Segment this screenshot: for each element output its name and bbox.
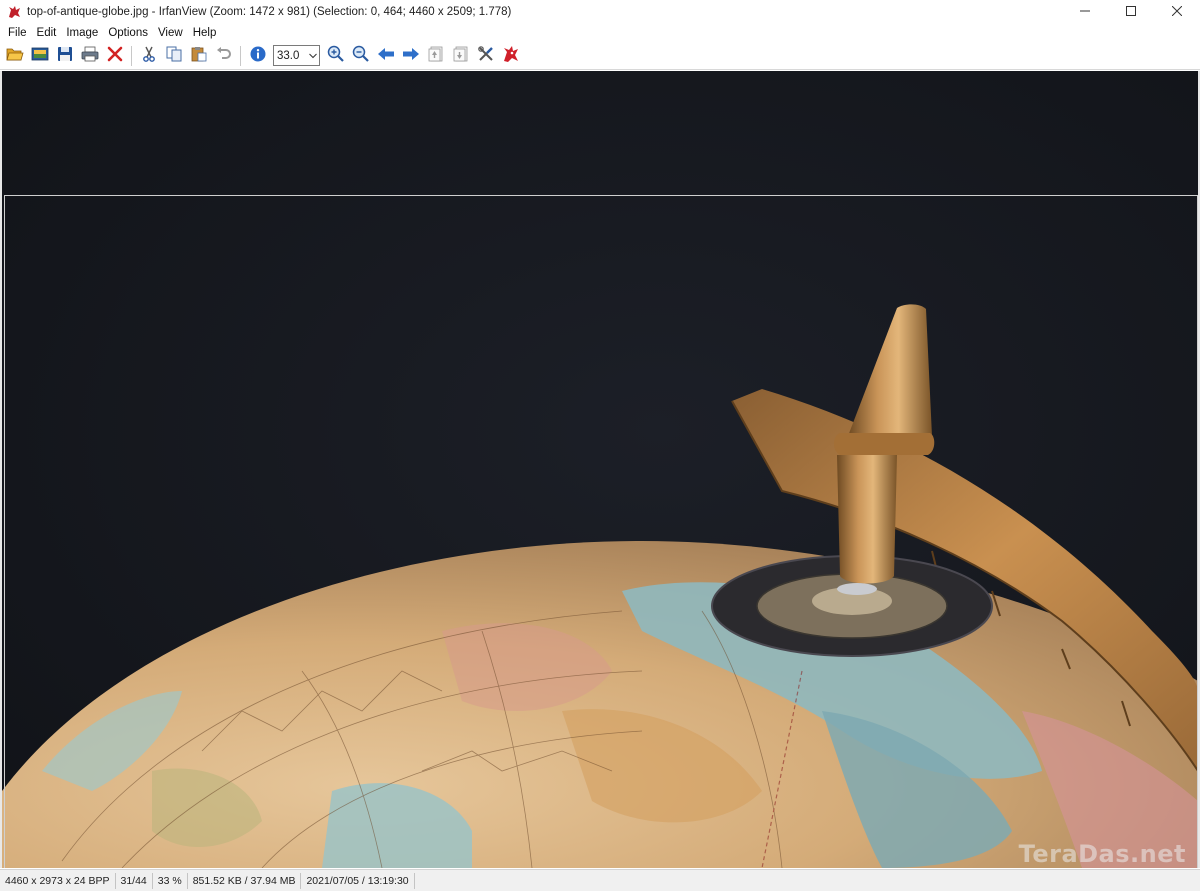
menu-view[interactable]: View (153, 24, 188, 42)
zoom-value: 33.0 (277, 49, 300, 62)
menu-options[interactable]: Options (103, 24, 153, 42)
irfanview-button[interactable] (498, 44, 523, 68)
minimize-icon (1080, 5, 1090, 19)
info-button[interactable] (245, 44, 270, 68)
save-button[interactable] (52, 44, 77, 68)
toolbar-separator (240, 45, 241, 66)
first-page-button[interactable] (423, 44, 448, 68)
irfanview-icon (502, 45, 520, 66)
settings-icon (477, 45, 495, 66)
print-button[interactable] (77, 44, 102, 68)
close-icon (1171, 5, 1183, 19)
next-icon (402, 47, 420, 64)
globe-photo (2, 71, 1198, 868)
axis-shaft (837, 455, 897, 584)
delete-button[interactable] (102, 44, 127, 68)
status-index: 31/44 (116, 872, 153, 889)
copy-button[interactable] (161, 44, 186, 68)
cut-icon (141, 46, 157, 65)
menu-image[interactable]: Image (61, 24, 103, 42)
previous-icon (377, 47, 395, 64)
window-controls (1062, 0, 1200, 24)
axis-collar (834, 433, 935, 455)
settings-button[interactable] (473, 44, 498, 68)
toolbar-separator (131, 45, 132, 66)
zoom-out-button[interactable] (348, 44, 373, 68)
maximize-button[interactable] (1108, 0, 1154, 24)
toolbar: 33.0 (0, 42, 1200, 70)
status-file-size: 851.52 KB / 37.94 MB (188, 872, 302, 889)
status-zoom: 33 % (153, 872, 188, 889)
menu-help[interactable]: Help (188, 24, 222, 42)
last-page-icon (453, 46, 469, 65)
status-bar: 4460 x 2973 x 24 BPP 31/44 33 % 851.52 K… (0, 869, 1200, 891)
open-icon (5, 46, 24, 65)
zoom-in-button[interactable] (323, 44, 348, 68)
paste-icon (191, 46, 207, 65)
menu-edit[interactable]: Edit (32, 24, 62, 42)
axis-base (837, 583, 877, 595)
cut-button[interactable] (136, 44, 161, 68)
open-button[interactable] (2, 44, 27, 68)
minimize-button[interactable] (1062, 0, 1108, 24)
info-icon (250, 46, 266, 65)
last-page-button[interactable] (448, 44, 473, 68)
title-bar: top-of-antique-globe.jpg - IrfanView (Zo… (0, 0, 1200, 24)
zoom-out-icon (352, 45, 370, 66)
copy-icon (166, 46, 182, 65)
chevron-down-icon (307, 53, 319, 59)
save-icon (57, 46, 73, 65)
next-button[interactable] (398, 44, 423, 68)
irfanview-cat-icon[interactable] (6, 4, 22, 20)
window-title: top-of-antique-globe.jpg - IrfanView (Zo… (27, 6, 512, 18)
delete-icon (107, 46, 123, 65)
image-viewport[interactable]: TeraDas.net (0, 71, 1200, 868)
slideshow-button[interactable] (27, 44, 52, 68)
status-dimensions: 4460 x 2973 x 24 BPP (0, 872, 116, 889)
menu-bar: File Edit Image Options View Help (0, 24, 1200, 42)
undo-button[interactable] (211, 44, 236, 68)
close-button[interactable] (1154, 0, 1200, 24)
menu-file[interactable]: File (3, 24, 32, 42)
print-icon (81, 46, 99, 65)
zoom-in-icon (327, 45, 345, 66)
undo-icon (216, 46, 232, 65)
paste-button[interactable] (186, 44, 211, 68)
watermark-text: TeraDas.net (1018, 840, 1186, 868)
maximize-icon (1126, 5, 1136, 19)
status-datetime: 2021/07/05 / 13:19:30 (301, 872, 415, 889)
first-page-icon (428, 46, 444, 65)
zoom-select[interactable]: 33.0 (273, 45, 320, 66)
slideshow-icon (31, 46, 49, 65)
previous-button[interactable] (373, 44, 398, 68)
